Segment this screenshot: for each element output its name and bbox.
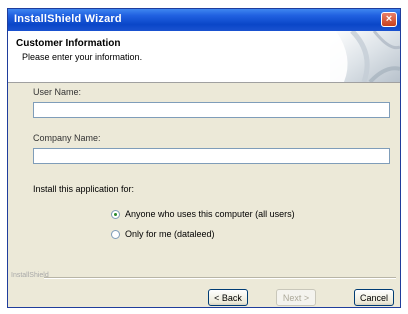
company-name-label: Company Name: xyxy=(33,133,101,143)
radio-only-me[interactable]: Only for me (dataleed) xyxy=(111,227,215,241)
page-title: Customer Information xyxy=(16,38,121,49)
page-subtitle: Please enter your information. xyxy=(22,52,143,62)
cancel-button[interactable]: Cancel xyxy=(354,289,394,306)
close-icon: × xyxy=(385,13,393,25)
installshield-wizard-window: InstallShield Wizard × Customer Informat… xyxy=(7,8,401,308)
window-title: InstallShield Wizard xyxy=(14,13,122,25)
user-name-label: User Name: xyxy=(33,87,82,97)
header-graphic-icon xyxy=(330,31,400,82)
company-name-field[interactable] xyxy=(33,148,390,164)
footer-divider xyxy=(44,277,396,279)
radio-only-me-label: Only for me (dataleed) xyxy=(125,229,215,239)
title-bar[interactable]: InstallShield Wizard × xyxy=(8,9,400,31)
next-button[interactable]: Next > xyxy=(276,289,316,306)
close-button[interactable]: × xyxy=(381,12,397,27)
install-for-label: Install this application for: xyxy=(33,184,135,194)
radio-all-users[interactable]: Anyone who uses this computer (all users… xyxy=(111,207,295,221)
radio-unchecked-icon xyxy=(111,229,120,239)
radio-checked-icon xyxy=(111,209,120,219)
radio-all-users-label: Anyone who uses this computer (all users… xyxy=(125,209,295,219)
wizard-header: Customer Information Please enter your i… xyxy=(8,31,400,83)
back-button[interactable]: < Back xyxy=(208,289,248,306)
user-name-field[interactable] xyxy=(33,102,390,118)
